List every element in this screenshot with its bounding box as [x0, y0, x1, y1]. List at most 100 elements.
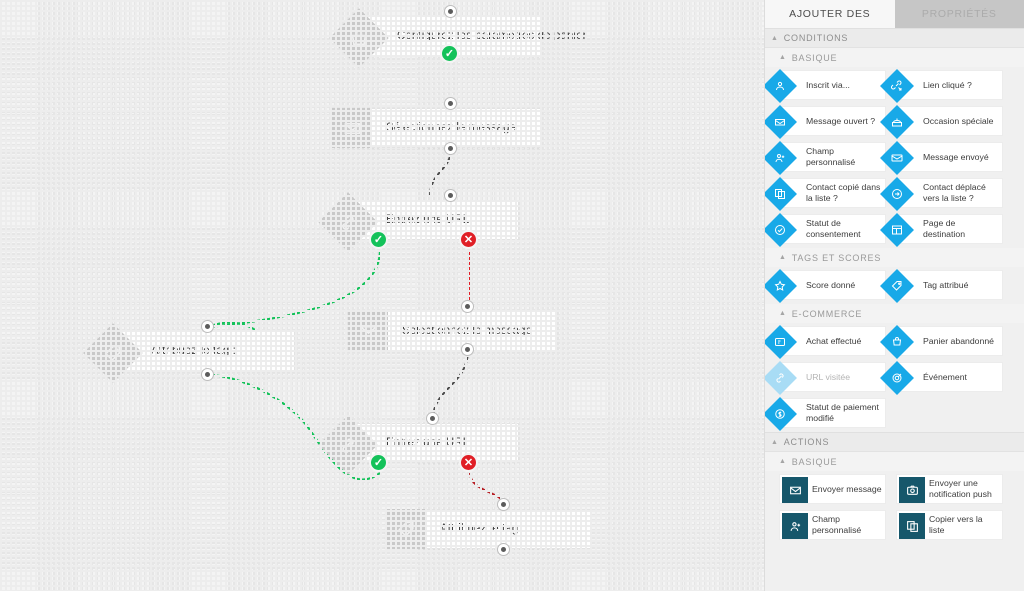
palette-item-label: Envoyer message [812, 483, 882, 494]
connector-port[interactable] [444, 142, 457, 155]
branch-yes-badge[interactable]: ✓ [369, 230, 388, 249]
section-title: CONDITIONS [783, 33, 849, 43]
connector-port[interactable] [201, 320, 214, 333]
palette-item-label: Événement [923, 371, 967, 382]
copy-list-icon [899, 513, 925, 539]
node-select-message-1[interactable]: Sélectionnez le message [331, 108, 542, 148]
palette-item-page-de-destination[interactable]: Page de destination [880, 213, 1003, 247]
envelope-icon [782, 477, 808, 503]
palette-item-tag-attribu[interactable]: Tag attribué [880, 269, 1003, 303]
palette-item-contact-copi-dans-la-liste[interactable]: Contact copié dans la liste ? [765, 177, 886, 211]
tab-ajouter-des[interactable]: AJOUTER DES [765, 0, 895, 28]
node-label: Attribuez le tag : [440, 523, 525, 535]
push-notification-icon [899, 477, 925, 503]
palette-item-label: Score donné [806, 279, 856, 290]
palette-item-message-envoy[interactable]: Message envoyé [880, 141, 1003, 175]
tools-panel: AJOUTER DES PROPRIÉTÉS ▲ CONDITIONS ▲ BASIQ… [764, 0, 1024, 591]
node-assign-tag-2[interactable]: Attribuez le tag : [385, 509, 591, 549]
palette-item-url-visit-e: URL visitée [765, 361, 886, 395]
palette-item-label: Message envoyé [923, 151, 989, 162]
items-grid: Inscrit via... Lien cliqué ? Message ouver… [765, 67, 1024, 248]
connector-port[interactable] [497, 498, 510, 511]
tag-icon [386, 509, 426, 549]
connector-port[interactable] [444, 97, 457, 110]
palette-item-label: Achat effectué [806, 335, 862, 346]
custom-field-icon [782, 513, 808, 539]
palette-item-label: Contact copié dans la liste ? [806, 182, 881, 203]
palette-item-panier-abandonn[interactable]: Panier abandonné [880, 325, 1003, 359]
node-label: Configurez les paramètres de panier [397, 30, 587, 42]
subscribe-icon [765, 69, 797, 103]
consent-check-icon [765, 213, 797, 247]
panel-tabs: AJOUTER DES PROPRIÉTÉS [765, 0, 1024, 28]
palette-item-statut-de-paiement-modifi[interactable]: Statut de paiement modifié [765, 397, 886, 431]
palette-item-label: Statut de consentement [806, 218, 861, 239]
palette-item-inscrit-via[interactable]: Inscrit via... [765, 69, 886, 103]
subsection-title: BASIQUE [791, 456, 838, 467]
subsection-header[interactable]: ▲ E-COMMERCE [765, 304, 1024, 323]
palette-item-envoyer-message[interactable]: Envoyer message [779, 474, 886, 504]
palette-item-occasion-sp-ciale[interactable]: Occasion spéciale [880, 105, 1003, 139]
tab-proprietes[interactable]: PROPRIÉTÉS [894, 0, 1024, 28]
node-assign-tag-1[interactable]: Attribuez le tag : [83, 323, 295, 383]
palette-item-label: Inscrit via... [806, 79, 850, 90]
branch-yes-badge[interactable]: ✓ [440, 44, 459, 63]
payment-status-icon [765, 397, 797, 431]
palette-item-label: Tag attribué [923, 279, 969, 290]
connector-port[interactable] [444, 5, 457, 18]
palette-item-v-nement[interactable]: Événement [880, 361, 1003, 395]
palette-item-label: Message ouvert ? [806, 115, 876, 126]
subsection-title: BASIQUE [791, 52, 838, 63]
palette-item-statut-de-consentement[interactable]: Statut de consentement [765, 213, 886, 247]
palette-item-label: Contact déplacé vers la liste ? [923, 182, 986, 203]
caret-up-icon: ▲ [779, 458, 787, 465]
branch-no-badge[interactable]: ✕ [459, 453, 478, 472]
caret-up-icon: ▲ [779, 54, 787, 61]
node-label: Entrez une URL [386, 437, 470, 449]
palette-item-contact-d-plac-vers-la-liste[interactable]: Contact déplacé vers la liste ? [880, 177, 1003, 211]
connector-port[interactable] [497, 543, 510, 556]
caret-up-icon: ▲ [779, 254, 787, 261]
node-select-message-2[interactable]: Sélectionnez le message [347, 311, 558, 351]
palette-item-champ-personnalis[interactable]: Champ personnalisé [765, 141, 886, 175]
connector-port[interactable] [426, 412, 439, 425]
branch-yes-badge[interactable]: ✓ [369, 453, 388, 472]
palette-item-lien-cliqu[interactable]: Lien cliqué ? [880, 69, 1003, 103]
workflow-canvas[interactable]: Configurez les paramètres de panier Sélec… [0, 0, 764, 591]
section-header-actions[interactable]: ▲ ACTIONS [765, 432, 1024, 452]
section-header-conditions[interactable]: ▲ CONDITIONS [765, 28, 1024, 48]
palette-item-label: Page de destination [923, 218, 966, 239]
node-label: Attribuez le tag : [151, 345, 236, 357]
star-icon [765, 269, 797, 303]
items-grid: Score donné Tag attribué [765, 267, 1024, 304]
items-grid: Achat effectué Panier abandonné URL visité… [765, 323, 1024, 432]
subsection-title: E-COMMERCE [791, 308, 863, 319]
palette-item-envoyer-une-notification-push[interactable]: Envoyer une notification push [896, 474, 1003, 504]
connector-wires [207, 64, 505, 506]
custom-field-icon [765, 141, 797, 175]
palette-item-label: Panier abandonné [923, 335, 995, 346]
palette-item-label: URL visitée [806, 371, 851, 382]
connector-port[interactable] [201, 368, 214, 381]
caret-up-icon: ▲ [771, 34, 779, 42]
palette-item-copier-vers-la-liste[interactable]: Copier vers la liste [896, 510, 1003, 540]
palette-item-label: Champ personnalisé [812, 514, 862, 535]
subsection-header[interactable]: ▲ TAGS ET SCORES [765, 248, 1024, 267]
tab-label: PROPRIÉTÉS [921, 8, 997, 20]
palette-item-label: Copier vers la liste [929, 514, 983, 535]
connector-port[interactable] [461, 343, 474, 356]
connector-port[interactable] [461, 300, 474, 313]
palette-item-champ-personnalis[interactable]: Champ personnalisé [779, 510, 886, 540]
palette-item-score-donn[interactable]: Score donné [765, 269, 886, 303]
copy-list-icon [765, 177, 797, 211]
branch-no-badge[interactable]: ✕ [459, 230, 478, 249]
palette-item-achat-effectu[interactable]: Achat effectué [765, 325, 886, 359]
subsection-header[interactable]: ▲ BASIQUE [765, 48, 1024, 67]
caret-up-icon: ▲ [771, 438, 779, 446]
subsection-header[interactable]: ▲ BASIQUE [765, 452, 1024, 471]
node-label: Entrez une URL [386, 214, 470, 226]
node-label: Sélectionnez le message [386, 122, 517, 134]
envelope-icon [332, 108, 372, 148]
palette-item-message-ouvert[interactable]: Message ouvert ? [765, 105, 886, 139]
connector-port[interactable] [444, 189, 457, 202]
